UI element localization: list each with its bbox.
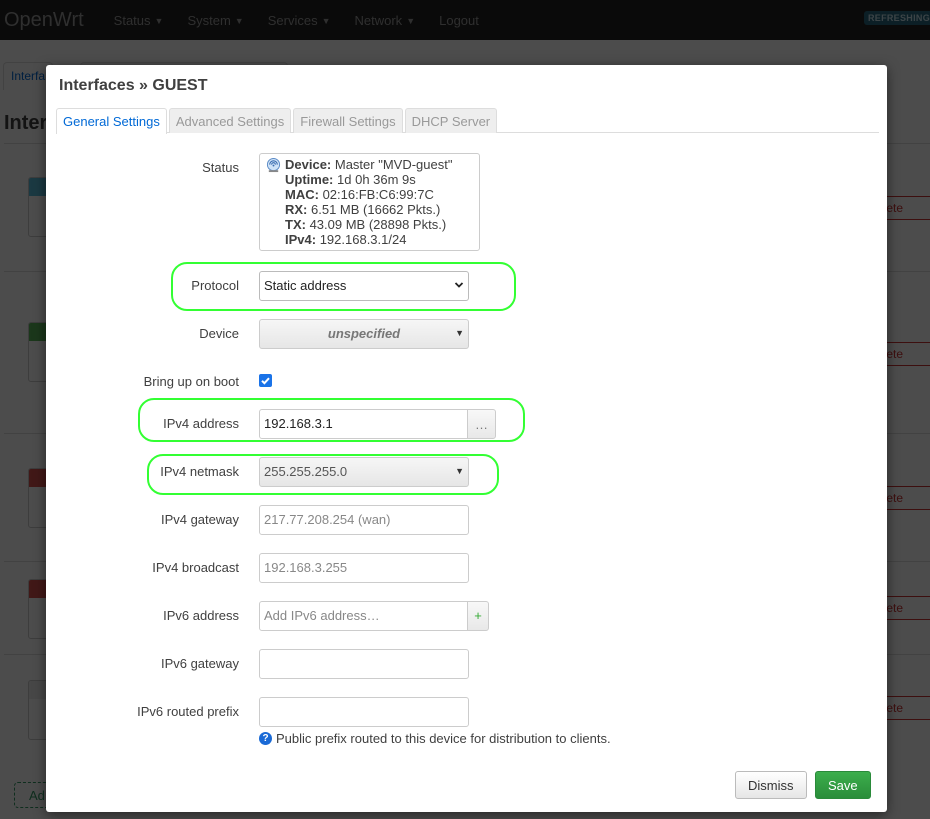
ipv4-netmask-row: IPv4 netmask 255.255.255.0 ▼ xyxy=(46,457,887,487)
device-row: Device unspecified ▼ xyxy=(46,319,887,349)
ipv4-broadcast-row: IPv4 broadcast 192.168.3.255 xyxy=(46,553,887,583)
ipv4-gateway-row: IPv4 gateway 217.77.208.254 (wan) xyxy=(46,505,887,535)
ipv6-address-row: IPv6 address Add IPv6 address… + xyxy=(46,601,887,631)
boot-row: Bring up on boot xyxy=(46,367,887,397)
ipv4-broadcast-input[interactable]: 192.168.3.255 xyxy=(259,553,469,583)
status-line-mac: MAC: 02:16:FB:C6:99:7C xyxy=(285,187,434,202)
ipv6-prefix-label: IPv6 routed prefix xyxy=(137,704,239,719)
caret-down-icon: ▼ xyxy=(455,328,464,338)
protocol-value: Static address xyxy=(264,278,347,293)
tab-firewall-settings[interactable]: Firewall Settings xyxy=(293,108,403,133)
ipv4-netmask-value: 255.255.255.0 xyxy=(264,464,348,479)
device-value: unspecified xyxy=(327,326,401,341)
ipv4-address-row: IPv4 address 192.168.3.1 … xyxy=(46,409,887,439)
modal-tabs: General Settings Advanced Settings Firew… xyxy=(56,108,879,134)
ipv4-netmask-dropdown[interactable]: 255.255.255.0 ▼ xyxy=(259,457,469,487)
tab-dhcp-server[interactable]: DHCP Server xyxy=(404,108,498,133)
caret-down-icon: ▼ xyxy=(455,466,464,476)
status-line-uptime: Uptime: 1d 0h 36m 9s xyxy=(285,172,416,187)
ipv4-gateway-input[interactable]: 217.77.208.254 (wan) xyxy=(259,505,469,535)
status-line-rx: RX: 6.51 MB (16662 Pkts.) xyxy=(285,202,441,217)
save-button[interactable]: Save xyxy=(815,771,871,799)
ipv4-address-more-button[interactable]: … xyxy=(467,409,496,439)
chevron-down-icon xyxy=(454,282,464,288)
status-line-device: Device: Master "MVD-guest" xyxy=(285,157,453,172)
ipv6-address-input[interactable]: Add IPv6 address… xyxy=(259,601,468,631)
dismiss-button[interactable]: Dismiss xyxy=(735,771,807,799)
ipv4-address-input[interactable]: 192.168.3.1 xyxy=(259,409,468,439)
ipv6-gateway-row: IPv6 gateway xyxy=(46,649,887,679)
tab-advanced-settings[interactable]: Advanced Settings xyxy=(168,108,292,133)
device-label: Device xyxy=(199,326,239,341)
ipv6-gateway-input[interactable] xyxy=(259,649,469,679)
interface-edit-modal: Interfaces » GUEST General Settings Adva… xyxy=(46,65,887,812)
status-box: Device: Master "MVD-guest" Uptime: 1d 0h… xyxy=(259,153,480,251)
ipv6-prefix-input[interactable] xyxy=(259,697,469,727)
tab-general-settings[interactable]: General Settings xyxy=(56,108,167,134)
ipv6-address-label: IPv6 address xyxy=(163,608,239,623)
add-ipv6-address-button[interactable]: + xyxy=(467,601,489,631)
protocol-select[interactable]: Static address xyxy=(259,271,469,301)
status-label: Status xyxy=(202,160,239,175)
bring-up-on-boot-checkbox[interactable] xyxy=(259,374,272,387)
ipv6-prefix-help-text: Public prefix routed to this device for … xyxy=(276,731,611,746)
modal-title: Interfaces » GUEST xyxy=(59,77,208,94)
ipv4-broadcast-label: IPv4 broadcast xyxy=(152,560,239,575)
ipv4-gateway-label: IPv4 gateway xyxy=(160,512,239,527)
protocol-label: Protocol xyxy=(191,278,239,293)
protocol-row: Protocol Static address xyxy=(46,271,887,301)
ipv6-gateway-label: IPv6 gateway xyxy=(160,656,239,671)
question-icon: ? xyxy=(259,732,272,745)
ipv4-netmask-label: IPv4 netmask xyxy=(160,464,239,479)
status-line-tx: TX: 43.09 MB (28898 Pkts.) xyxy=(285,217,447,232)
ipv4-address-label: IPv4 address xyxy=(163,416,239,431)
boot-label: Bring up on boot xyxy=(143,374,239,389)
ipv6-prefix-help: ? Public prefix routed to this device fo… xyxy=(259,731,611,746)
status-line-ipv4: IPv4: 192.168.3.1/24 xyxy=(285,232,407,247)
checkmark-icon xyxy=(261,377,270,385)
wifi-icon xyxy=(266,158,281,173)
ipv6-prefix-row: IPv6 routed prefix xyxy=(46,697,887,727)
device-dropdown[interactable]: unspecified ▼ xyxy=(259,319,469,349)
